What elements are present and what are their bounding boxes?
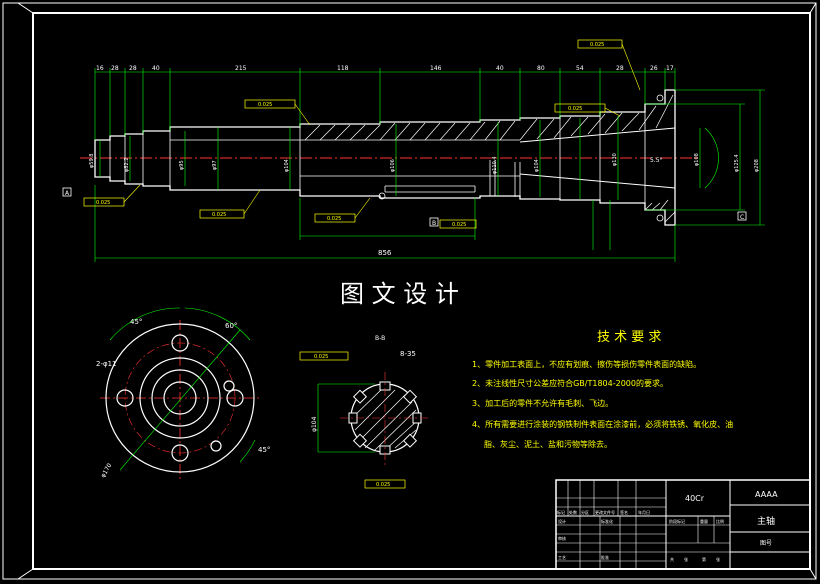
tech-req-item-4: 4、所有需要进行涂装的钢铁制件表面在涂漆前，必须将铁锈、氧化皮、油 (472, 419, 733, 429)
taper-angle: 5.5° (650, 157, 663, 164)
tol-6: 0.025 (568, 106, 582, 112)
tech-req-item-1: 1、零件加工表面上，不应有划痕、擦伤等损伤零件表面的缺陷。 (472, 359, 701, 369)
dia-label-6: φ106 (390, 159, 396, 172)
dim-16: 16 (96, 65, 104, 72)
dia-label-9: φ130 (612, 153, 618, 166)
dim-17: 17 (666, 65, 674, 72)
tech-req-item-5: 脂、灰尘、泥土、盐和污物等除去。 (484, 439, 612, 449)
dim-26: 26 (650, 65, 658, 72)
tb-count: 处数 (569, 509, 577, 515)
dia-label-1: φ59.8 (89, 154, 95, 168)
dia-label-3: φ95 (179, 160, 185, 170)
angle-60: 60° (225, 322, 237, 330)
tol-7: 0.025 (590, 42, 604, 48)
tech-req-item-3: 3、加工后的零件不允许有毛刺、飞边。 (472, 398, 613, 408)
dim-80: 80 (537, 65, 545, 72)
part-name: 主轴 (757, 515, 775, 527)
flange-dia: φ170 (100, 462, 114, 479)
dia-label-2: φ82.2 (124, 158, 130, 172)
tb-mark: 标记 (557, 509, 565, 515)
tol-5: 0.025 (258, 102, 272, 108)
dim-54: 54 (576, 65, 584, 72)
tb-no: 第 (702, 556, 706, 562)
spline-dia: φ104 (311, 416, 318, 432)
dim-28a: 28 (111, 65, 119, 72)
tb-review: 审核 (558, 535, 566, 541)
hole-pattern: 2-φ11 (96, 360, 117, 368)
material: 40Cr (685, 494, 705, 503)
dia-label-11: φ125.4 (734, 154, 740, 172)
dim-146: 146 (430, 65, 442, 72)
project-code: AAAA (755, 490, 778, 499)
tb-sheets: 张 (684, 556, 688, 562)
technical-requirements: 技 术 要 求 1、零件加工表面上，不应有划痕、擦伤等损伤零件表面的缺陷。 2、… (472, 330, 733, 449)
tb-total: 共 (670, 556, 674, 562)
tb-sign: 签名 (620, 509, 628, 515)
drawing-number-label: 图号 (760, 540, 772, 547)
top-dimension-texts: 16 28 28 40 215 118 146 40 80 54 28 26 1… (96, 65, 674, 72)
dim-28b: 28 (129, 65, 137, 72)
hatch-flange (644, 199, 676, 223)
dia-label-4: φ97 (212, 160, 218, 170)
title-block-text: 标记 处数 分区 更改文件号 签名 年月日 设计 标准化 审核 工艺 批准 阶段… (557, 509, 724, 562)
dia-label-10: φ108 (694, 153, 700, 166)
dia-label-12: φ208 (754, 159, 760, 172)
tol-4: 0.025 (452, 222, 466, 228)
tb-process: 工艺 (558, 555, 566, 560)
tol-2: 0.025 (212, 212, 226, 218)
tb-scale: 比例 (716, 518, 724, 524)
dia-label-8: φ104 (534, 159, 540, 172)
tol-9: 0.025 (376, 482, 390, 488)
dim-118: 118 (337, 65, 349, 72)
tol-1: 0.025 (96, 200, 110, 206)
overall-length: 856 (378, 249, 392, 257)
cad-drawing: 16 28 28 40 215 118 146 40 80 54 28 26 1… (2, 2, 817, 580)
tech-req-item-2: 2、未注线性尺寸公差应符合GB/T1804-2000的要求。 (472, 378, 668, 388)
tol-3: 0.025 (327, 216, 341, 222)
dim-40b: 40 (496, 65, 504, 72)
angle-45-bottom: 45° (258, 446, 270, 454)
datum-c: C (740, 214, 744, 221)
tb-standard: 标准化 (601, 518, 613, 524)
dim-215: 215 (235, 65, 247, 72)
tb-date: 年月日 (638, 509, 650, 515)
dim-40a: 40 (152, 65, 160, 72)
tb-approve: 批准 (601, 554, 609, 560)
dim-28c: 28 (616, 65, 624, 72)
spline-spec: 8-35 (400, 350, 416, 358)
dia-label-5: φ104 (284, 159, 290, 172)
dia-label-7: φ110.4 (492, 156, 498, 174)
tech-req-title: 技 术 要 求 (597, 330, 661, 345)
tb-design: 设计 (558, 518, 566, 524)
angle-45-top: 45° (130, 318, 142, 326)
tb-weight: 重量 (700, 518, 708, 524)
tol-8: 0.025 (314, 354, 328, 360)
tb-stage: 阶段标记 (669, 518, 685, 524)
datum-markers (62, 187, 747, 227)
section-label: B-B (375, 335, 385, 342)
tb-zone: 分区 (581, 509, 589, 515)
spline-section (317, 372, 430, 465)
datum-b: B (432, 220, 436, 227)
tb-change: 更改文件号 (595, 509, 615, 515)
tb-sheet: 张 (716, 556, 720, 562)
center-title: 图 文 设 计 (340, 280, 459, 308)
